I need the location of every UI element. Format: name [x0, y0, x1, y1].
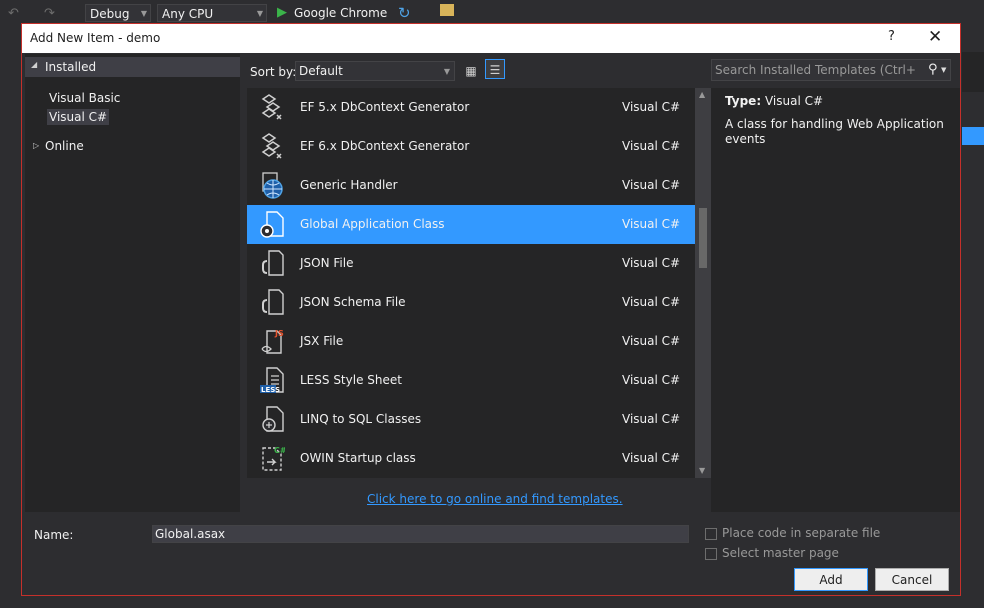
expanded-arrow-icon[interactable]: ◢ — [31, 60, 37, 69]
template-language: Visual C# — [622, 451, 681, 465]
help-button[interactable]: ? — [888, 29, 895, 44]
owin-startup-icon: C# — [259, 444, 287, 472]
svg-text:LESS: LESS — [261, 386, 280, 394]
play-icon[interactable]: ▶ — [277, 5, 287, 20]
tree-item-online[interactable]: Online — [45, 139, 84, 153]
separate-file-label: Place code in separate file — [722, 526, 881, 540]
add-button[interactable]: Add — [794, 568, 868, 591]
scroll-thumb[interactable] — [699, 208, 707, 268]
master-page-checkbox[interactable] — [705, 548, 717, 560]
category-tree: ◢ Installed Visual Basic Visual C# ▷ Onl… — [25, 54, 240, 512]
template-language: Visual C# — [622, 217, 681, 231]
template-language: Visual C# — [622, 100, 681, 114]
svg-text:C#: C# — [274, 446, 285, 455]
cancel-button[interactable]: Cancel — [875, 568, 949, 591]
template-name: JSX File — [300, 334, 344, 348]
collapsed-arrow-icon[interactable]: ▷ — [33, 141, 39, 150]
name-label: Name: — [34, 528, 74, 542]
search-box: ⚲ ▼ — [711, 59, 951, 81]
template-name: LESS Style Sheet — [300, 373, 402, 387]
chevron-down-icon: ▼ — [256, 9, 263, 18]
redo-icon[interactable]: ↷ — [44, 6, 55, 21]
tree-item-installed[interactable]: ◢ Installed — [25, 57, 240, 77]
template-language: Visual C# — [622, 412, 681, 426]
tree-item-label: Installed — [45, 60, 97, 74]
separate-file-checkbox[interactable] — [705, 528, 717, 540]
template-row[interactable]: JS JSX File Visual C# — [247, 322, 695, 361]
search-input[interactable] — [715, 62, 915, 78]
close-button[interactable]: ✕ — [928, 27, 942, 47]
template-list-scrollbar[interactable]: ▲ ▼ — [695, 88, 711, 478]
template-language: Visual C# — [622, 373, 681, 387]
template-row[interactable]: EF 6.x DbContext Generator Visual C# — [247, 127, 695, 166]
template-row[interactable]: JSON Schema File Visual C# — [247, 283, 695, 322]
template-name: JSON File — [300, 256, 354, 270]
template-row[interactable]: Global Application Class Visual C# — [247, 205, 695, 244]
json-file-icon — [259, 249, 285, 277]
configuration-dropdown[interactable]: Debug ▼ — [85, 4, 151, 22]
platform-value: Any CPU — [162, 7, 214, 21]
template-name: OWIN Startup class — [300, 451, 416, 465]
template-language: Visual C# — [622, 178, 681, 192]
name-input[interactable] — [152, 525, 689, 543]
linq-sql-icon — [259, 405, 285, 433]
template-description: A class for handling Web Application eve… — [725, 117, 944, 146]
template-list: EF 5.x DbContext Generator Visual C# EF 6.… — [247, 88, 695, 478]
less-file-icon: LESS — [259, 366, 285, 394]
template-row[interactable]: EF 5.x DbContext Generator Visual C# — [247, 88, 695, 127]
grid-view-icon[interactable]: ▦ — [462, 62, 480, 80]
undo-icon[interactable]: ↶ — [8, 6, 19, 21]
online-templates-link[interactable]: Click here to go online and find templat… — [367, 492, 623, 506]
svg-text:JS: JS — [274, 329, 284, 338]
master-page-label: Select master page — [722, 546, 839, 560]
template-language: Visual C# — [622, 256, 681, 270]
type-label: Type: — [725, 94, 762, 108]
template-language: Visual C# — [622, 139, 681, 153]
scroll-down-icon[interactable]: ▼ — [699, 466, 705, 475]
template-name: JSON Schema File — [300, 295, 406, 309]
template-row[interactable]: C# OWIN Startup class Visual C# — [247, 439, 695, 478]
scroll-up-icon[interactable]: ▲ — [699, 90, 705, 99]
ide-side-panel — [962, 52, 984, 92]
sort-dropdown[interactable]: Default ▼ — [295, 61, 455, 81]
details-pane: Type: Visual C# A class for handling Web… — [711, 88, 960, 512]
tree-item-visual-basic[interactable]: Visual Basic — [49, 91, 120, 105]
chevron-down-icon[interactable]: ▼ — [941, 66, 946, 74]
list-view-icon[interactable]: ☰ — [485, 59, 505, 79]
ef-generator-icon — [259, 93, 285, 121]
platform-dropdown[interactable]: Any CPU ▼ — [157, 4, 267, 22]
global-app-class-icon — [259, 210, 285, 238]
json-schema-icon — [259, 288, 285, 316]
template-name: LINQ to SQL Classes — [300, 412, 422, 426]
template-row[interactable]: LINQ to SQL Classes Visual C# — [247, 400, 695, 439]
ef-generator-icon — [259, 132, 285, 160]
type-line: Type: Visual C# — [725, 94, 823, 108]
browser-target-button[interactable]: Google Chrome — [294, 6, 387, 20]
template-name: Generic Handler — [300, 178, 398, 192]
template-row[interactable]: Generic Handler Visual C# — [247, 166, 695, 205]
refresh-icon[interactable]: ↻ — [398, 4, 411, 22]
search-icon[interactable]: ⚲ — [928, 62, 938, 77]
globe-icon — [259, 171, 285, 199]
dialog-titlebar: Add New Item - demo ? ✕ — [22, 24, 960, 53]
folder-icon[interactable] — [440, 4, 454, 16]
chevron-down-icon: ▼ — [443, 67, 450, 76]
configuration-value: Debug — [90, 7, 130, 21]
template-language: Visual C# — [622, 334, 681, 348]
dialog-title: Add New Item - demo — [30, 31, 161, 45]
sort-label: Sort by: — [250, 65, 297, 79]
template-name: Global Application Class — [300, 217, 445, 231]
jsx-file-icon: JS — [259, 327, 285, 355]
template-language: Visual C# — [622, 295, 681, 309]
ide-selected-item — [962, 127, 984, 145]
type-value: Visual C# — [764, 94, 824, 108]
tree-item-visual-csharp[interactable]: Visual C# — [47, 109, 110, 125]
add-new-item-dialog: Add New Item - demo ? ✕ ◢ Installed Visu… — [21, 23, 961, 596]
template-name: EF 5.x DbContext Generator — [300, 100, 470, 114]
sort-value: Default — [299, 64, 343, 78]
template-row[interactable]: LESS LESS Style Sheet Visual C# — [247, 361, 695, 400]
template-name: EF 6.x DbContext Generator — [300, 139, 470, 153]
template-row[interactable]: JSON File Visual C# — [247, 244, 695, 283]
chevron-down-icon: ▼ — [140, 9, 147, 18]
